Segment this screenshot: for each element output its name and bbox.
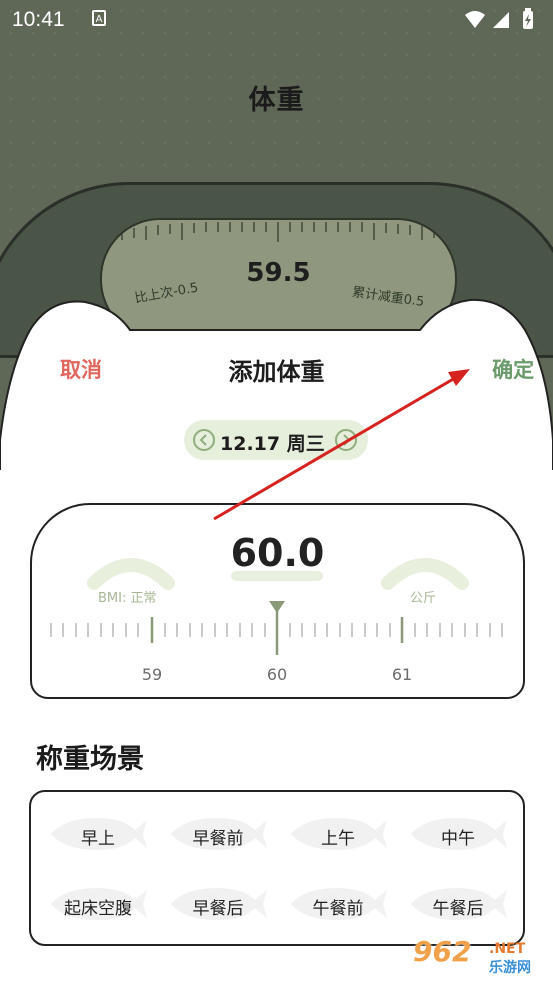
scene-option[interactable]: 早餐前: [165, 814, 271, 854]
scene-option[interactable]: 起床空腹: [45, 884, 151, 924]
ruler-label-center: 60: [266, 665, 288, 684]
ruler-label-right: 61: [391, 665, 413, 684]
watermark-net: .NET: [489, 941, 526, 957]
scene-option[interactable]: 早上: [45, 814, 151, 854]
ruler-label-left: 59: [141, 665, 163, 684]
status-time: 10:41: [12, 8, 65, 31]
scene-section-title: 称重场景: [28, 737, 150, 776]
dialog-sheet-top: [0, 298, 553, 490]
signal-icon: [493, 12, 509, 28]
watermark-logo: 962 .NET 乐游网: [407, 935, 547, 979]
notification-icon: A: [92, 10, 106, 26]
previous-day-icon[interactable]: [192, 428, 216, 452]
scene-option[interactable]: 中午: [405, 814, 511, 854]
scene-options-card: 早上 早餐前 上午 中午 起床空腹 早餐后 午餐前 午餐后: [29, 790, 525, 946]
page-title: 体重: [248, 85, 305, 116]
scene-option[interactable]: 午餐后: [405, 884, 511, 924]
scene-option-label: 早餐前: [192, 829, 244, 849]
weight-picker-card: 60.0 BMI: 正常 公斤 59 60 61: [30, 503, 525, 699]
scene-option-label: 中午: [441, 829, 475, 849]
scene-option-label: 午餐前: [312, 899, 364, 919]
status-bar: 10:41 A: [0, 0, 553, 40]
next-day-icon[interactable]: [334, 428, 358, 452]
confirm-button[interactable]: 确定: [490, 354, 537, 384]
scene-option[interactable]: 上午: [285, 814, 391, 854]
scene-option[interactable]: 午餐前: [285, 884, 391, 924]
weight-value: 60.0: [230, 531, 325, 575]
system-icons: [463, 8, 543, 37]
scene-option-label: 早上: [81, 829, 115, 849]
dialog-title: 添加体重: [228, 358, 325, 386]
scene-option-label: 起床空腹: [64, 899, 132, 919]
scene-option-label: 午餐后: [432, 899, 484, 919]
watermark-text: 乐游网: [489, 960, 531, 976]
date-selector: 12.17 周三: [184, 420, 368, 460]
watermark-number: 962: [413, 935, 472, 968]
weight-ruler[interactable]: [32, 599, 523, 659]
scene-option-label: 早餐后: [192, 899, 244, 919]
wifi-icon: [465, 11, 485, 28]
scene-option-label: 上午: [321, 829, 355, 849]
battery-icon: [523, 8, 533, 29]
date-text[interactable]: 12.17 周三: [220, 429, 325, 456]
scene-option[interactable]: 早餐后: [165, 884, 271, 924]
ruler-pointer-icon: [269, 601, 285, 613]
